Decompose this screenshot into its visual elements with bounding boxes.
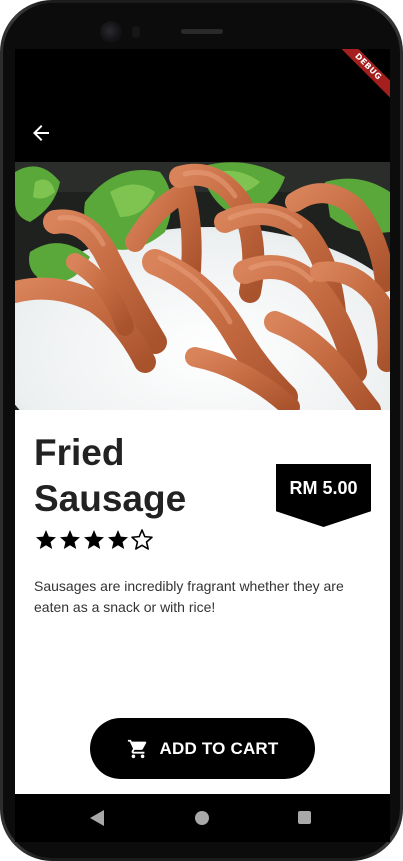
price-tag: RM 5.00 [276, 464, 371, 527]
star-icon [84, 530, 104, 549]
shopping-cart-icon [127, 739, 146, 758]
add-to-cart-label: ADD TO CART [159, 738, 279, 758]
product-image [15, 162, 390, 410]
product-title: Fried Sausage [34, 432, 187, 519]
back-button[interactable] [29, 121, 53, 145]
proximity-sensor [132, 26, 140, 38]
phone-frame: DEBUG Fried Sausage RM 5.00 Sausages are… [0, 0, 403, 861]
app-bar: DEBUG [15, 49, 390, 162]
add-to-cart-button[interactable]: ADD TO CART [90, 718, 315, 779]
app-screen: DEBUG Fried Sausage RM 5.00 Sausages are… [15, 49, 390, 794]
star-icon [36, 530, 56, 549]
debug-banner: DEBUG [332, 49, 390, 103]
price-label: RM 5.00 [289, 478, 358, 498]
nav-back-icon[interactable] [90, 810, 104, 826]
nav-recents-icon[interactable] [298, 811, 311, 824]
earpiece-speaker [181, 29, 223, 34]
star-icon [60, 530, 80, 549]
rating-stars [34, 528, 154, 552]
arrow-back-icon [33, 125, 49, 141]
star-outline-icon [131, 529, 153, 550]
system-nav-bar [15, 794, 390, 842]
front-camera [100, 21, 122, 43]
nav-home-icon[interactable] [195, 811, 209, 825]
star-icon [108, 530, 128, 549]
product-description: Sausages are incredibly fragrant whether… [34, 578, 344, 615]
